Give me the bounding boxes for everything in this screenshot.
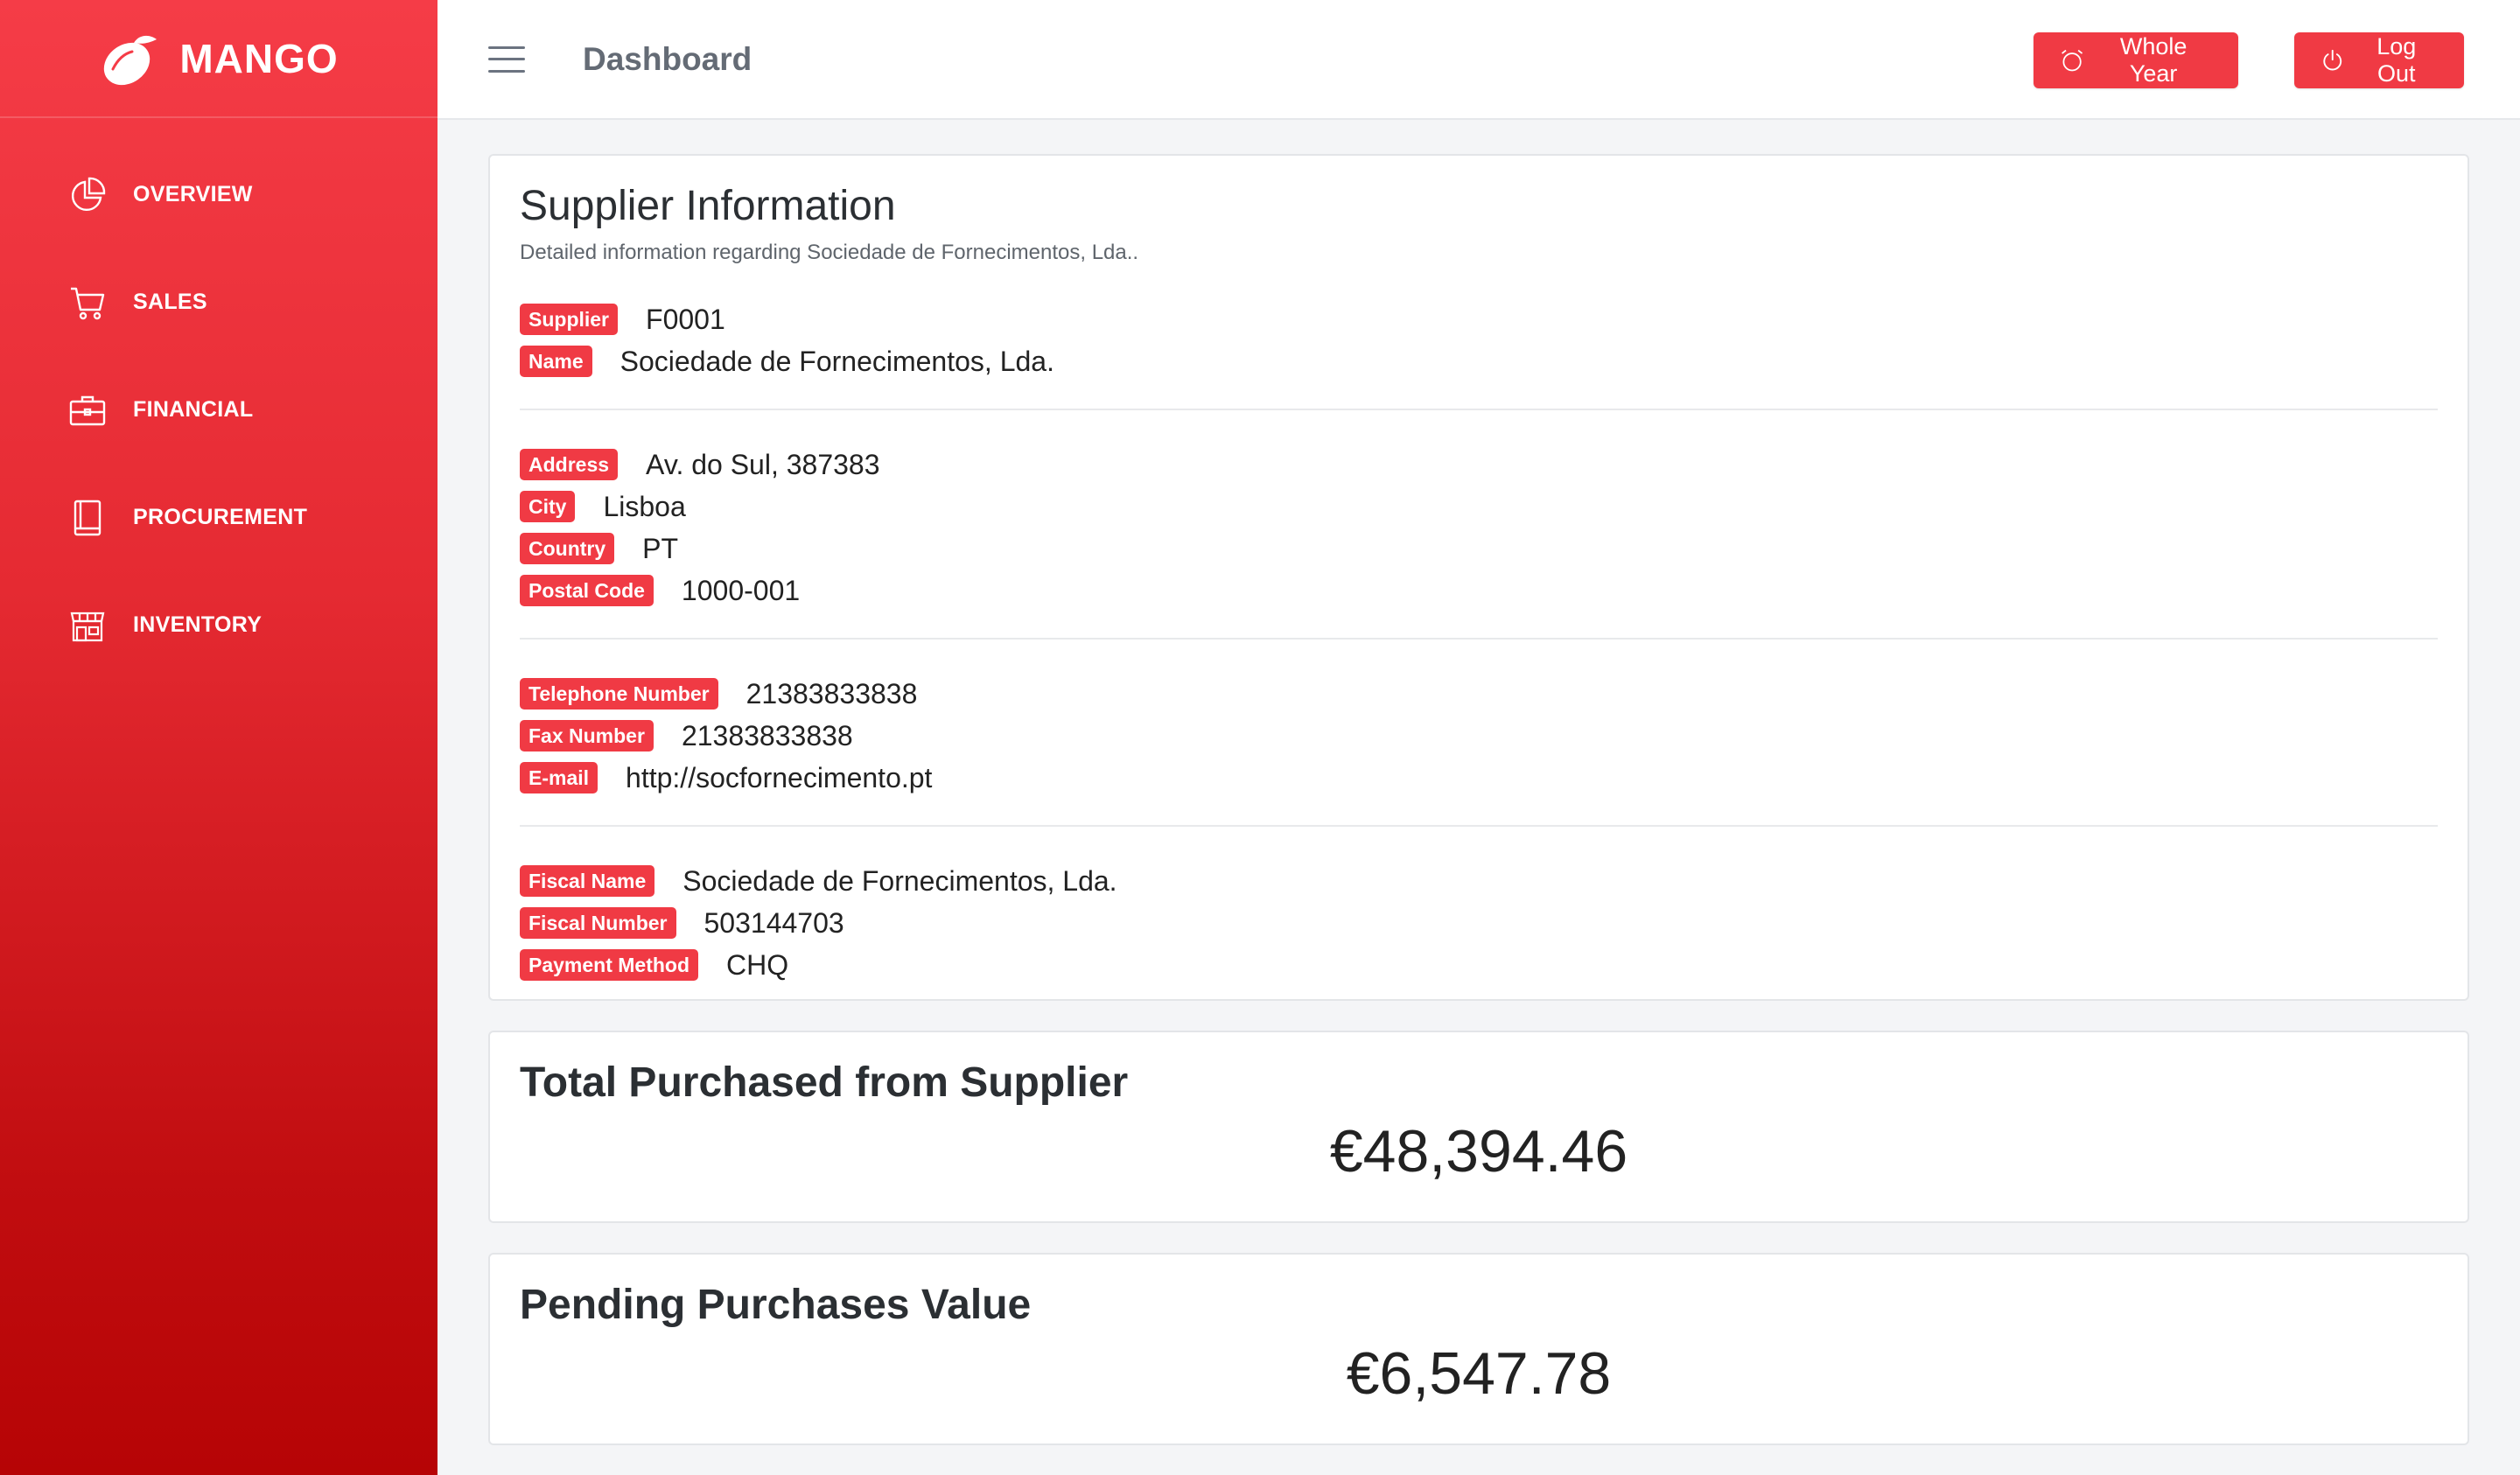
pending-purchases-title: Pending Purchases Value (520, 1282, 1032, 1328)
divider (520, 409, 2438, 410)
supplier-info-title: Supplier Information (520, 183, 896, 229)
sidebar-item-inventory[interactable]: INVENTORY (0, 571, 438, 679)
field-badge: Fiscal Name (520, 865, 655, 897)
field-value: 503144703 (704, 906, 844, 939)
field-value: CHQ (726, 948, 789, 981)
sidebar-item-label: SALES (133, 290, 207, 314)
field-value: F0001 (646, 303, 725, 335)
alarm-clock-icon (2062, 49, 2083, 72)
info-row-supplier: Supplier F0001 (520, 298, 2438, 340)
page-title: Dashboard (583, 40, 752, 77)
pending-purchases-card: Pending Purchases Value €6,547.78 (488, 1253, 2469, 1445)
info-row-payment-method: Payment Method CHQ (520, 944, 2438, 986)
info-row-name: Name Sociedade de Fornecimentos, Lda. (520, 340, 2438, 382)
field-value: 1000-001 (681, 574, 801, 606)
supplier-info-subtitle: Detailed information regarding Sociedade… (520, 241, 1139, 264)
field-badge: Address (520, 449, 619, 480)
cart-icon (68, 283, 107, 322)
pie-chart-icon (68, 176, 107, 214)
supplier-address-group: Address Av. do Sul, 387383 City Lisboa C… (520, 437, 2438, 612)
whole-year-button[interactable]: Whole Year (2034, 32, 2238, 88)
info-row-address: Address Av. do Sul, 387383 (520, 444, 2438, 486)
total-purchased-value: €48,394.46 (1329, 1118, 1628, 1185)
field-badge: Fiscal Number (520, 907, 676, 939)
field-badge: Payment Method (520, 949, 699, 981)
supplier-identity-group: Supplier F0001 Name Sociedade de Forneci… (520, 291, 2438, 382)
power-icon (2323, 49, 2342, 71)
pending-purchases-value: €6,547.78 (1346, 1340, 1612, 1407)
logout-label: Log Out (2376, 33, 2417, 87)
field-badge: E-mail (520, 762, 598, 793)
sidebar-item-label: OVERVIEW (133, 182, 253, 206)
divider (520, 638, 2438, 640)
field-badge: Postal Code (520, 575, 654, 606)
field-badge: Country (520, 533, 615, 564)
supplier-info-card: Supplier Information Detailed informatio… (488, 154, 2469, 1001)
info-row-postal-code: Postal Code 1000-001 (520, 570, 2438, 612)
info-row-fiscal-name: Fiscal Name Sociedade de Fornecimentos, … (520, 860, 2438, 902)
field-badge: Supplier (520, 304, 619, 335)
field-badge: Fax Number (520, 720, 654, 751)
sidebar-item-label: INVENTORY (133, 612, 262, 637)
logout-button[interactable]: Log Out (2294, 32, 2464, 88)
sidebar: MANGO OVERVIEW SALES FINANCIAL PROCUREME… (0, 0, 438, 1475)
info-row-telephone: Telephone Number 21383833838 (520, 673, 2438, 715)
info-row-email: E-mail http://socfornecimento.pt (520, 757, 2438, 799)
field-badge: Telephone Number (520, 678, 718, 710)
divider (520, 825, 2438, 827)
brand[interactable]: MANGO (0, 0, 438, 118)
field-value: 21383833838 (746, 677, 918, 710)
supplier-fiscal-group: Fiscal Name Sociedade de Fornecimentos, … (520, 853, 2438, 986)
menu-toggle-icon[interactable] (488, 45, 525, 73)
sidebar-item-sales[interactable]: SALES (0, 248, 438, 356)
sidebar-item-procurement[interactable]: PROCUREMENT (0, 464, 438, 571)
field-value: Av. do Sul, 387383 (646, 448, 880, 480)
mango-logo-icon (104, 35, 158, 85)
sidebar-item-label: PROCUREMENT (133, 505, 308, 529)
info-row-fiscal-number: Fiscal Number 503144703 (520, 902, 2438, 944)
info-row-city: City Lisboa (520, 486, 2438, 528)
total-purchased-card: Total Purchased from Supplier €48,394.46 (488, 1031, 2469, 1223)
main-content: Supplier Information Detailed informatio… (488, 154, 2469, 1445)
whole-year-label: Whole Year (2119, 33, 2188, 87)
field-value: PT (642, 532, 679, 564)
field-badge: City (520, 491, 576, 522)
field-value: Lisboa (603, 490, 686, 522)
sidebar-item-overview[interactable]: OVERVIEW (0, 141, 438, 248)
book-icon (68, 499, 107, 537)
briefcase-icon (68, 391, 107, 430)
info-row-fax: Fax Number 21383833838 (520, 715, 2438, 757)
total-purchased-title: Total Purchased from Supplier (520, 1059, 1129, 1106)
field-value: 21383833838 (681, 719, 853, 751)
field-value: Sociedade de Fornecimentos, Lda. (620, 345, 1054, 377)
top-bar: Dashboard Whole Year Log Out (438, 0, 2520, 120)
info-row-country: Country PT (520, 528, 2438, 570)
sidebar-item-label: FINANCIAL (133, 397, 254, 422)
sidebar-nav: OVERVIEW SALES FINANCIAL PROCUREMENT INV… (0, 118, 438, 679)
store-icon (68, 606, 107, 645)
field-value: http://socfornecimento.pt (626, 761, 933, 793)
field-value: Sociedade de Fornecimentos, Lda. (682, 864, 1117, 897)
top-actions: Whole Year Log Out (2034, 32, 2464, 88)
supplier-contact-group: Telephone Number 21383833838 Fax Number … (520, 666, 2438, 799)
brand-name: MANGO (179, 35, 339, 81)
sidebar-item-financial[interactable]: FINANCIAL (0, 356, 438, 464)
field-badge: Name (520, 346, 592, 377)
